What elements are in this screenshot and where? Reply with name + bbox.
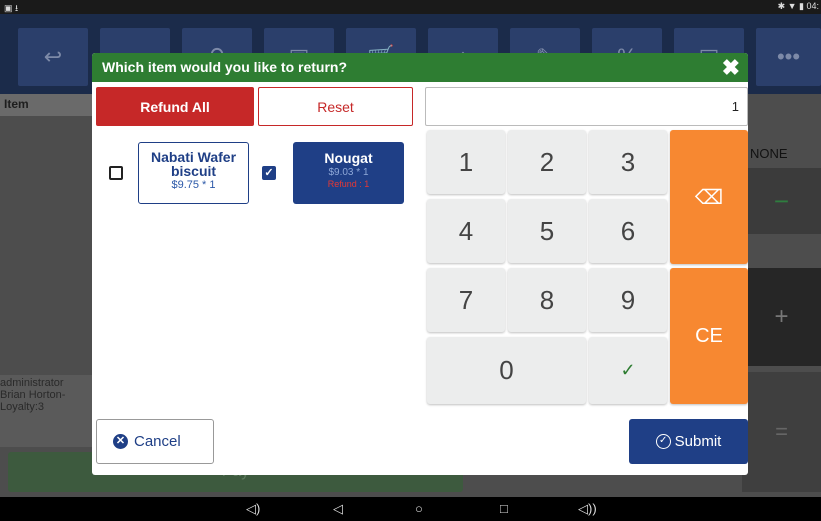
item-refund-qty: Refund : 1 — [327, 179, 370, 189]
backspace-key[interactable]: ⌫ — [670, 130, 748, 264]
status-icons-right: ✱ ▼ ▮ 04: — [777, 1, 819, 11]
status-bar: ▣ ⭳ ✱ ▼ ▮ 04: — [0, 0, 821, 14]
cancel-icon: ✕ — [113, 434, 128, 449]
more-icon[interactable]: ••• — [756, 28, 821, 86]
key-6[interactable]: 6 — [589, 199, 667, 263]
cancel-button[interactable]: ✕ Cancel — [96, 419, 214, 464]
key-1[interactable]: 1 — [427, 130, 505, 194]
dialog-title: Which item would you like to return? — [102, 59, 348, 75]
key-9[interactable]: 9 — [589, 268, 667, 332]
confirm-key[interactable]: ✓ — [589, 337, 667, 404]
item-column-header: Item — [0, 94, 92, 116]
quantity-minus-button[interactable]: − — [742, 168, 821, 234]
cancel-label: Cancel — [134, 433, 181, 450]
user-line-loyalty: Loyalty:3 — [0, 401, 45, 413]
key-4[interactable]: 4 — [427, 199, 505, 263]
close-icon[interactable]: ✖ — [722, 55, 740, 81]
back-nav-icon[interactable]: ◁ — [333, 501, 343, 517]
home-nav-icon[interactable]: ○ — [415, 501, 423, 516]
item-card-nabati[interactable]: Nabati Wafer biscuit $9.75 * 1 — [138, 142, 249, 204]
key-8[interactable]: 8 — [508, 268, 586, 332]
navigation-bar: ◁) ◁ ○ □ ◁)) — [0, 497, 821, 521]
equals-button[interactable]: = — [742, 372, 821, 492]
volume-up-icon[interactable]: ◁)) — [578, 501, 597, 517]
return-item-dialog: Which item would you like to return? ✖ R… — [92, 53, 748, 475]
recents-nav-icon[interactable]: □ — [500, 501, 508, 516]
key-0[interactable]: 0 — [427, 337, 586, 404]
item-price: $9.75 * 1 — [171, 179, 216, 191]
key-3[interactable]: 3 — [589, 130, 667, 194]
user-line-name: Brian Horton- — [0, 389, 66, 401]
key-7[interactable]: 7 — [427, 268, 505, 332]
back-icon[interactable]: ↩ — [18, 28, 88, 86]
item-card-nougat[interactable]: Nougat $9.03 * 1 Refund : 1 — [293, 142, 404, 204]
item-price: $9.03 * 1 — [328, 167, 369, 178]
refund-all-button[interactable]: Refund All — [96, 87, 254, 126]
quantity-display[interactable]: 1 — [425, 87, 748, 126]
customer-info: administrator Brian Horton- Loyalty:3 — [0, 375, 92, 447]
reset-button[interactable]: Reset — [258, 87, 413, 126]
none-label: NONE — [750, 146, 788, 161]
item-checkbox-nabati[interactable] — [109, 166, 123, 180]
submit-button[interactable]: ✓ Submit — [629, 419, 748, 464]
volume-down-icon[interactable]: ◁) — [246, 501, 260, 517]
backspace-icon: ⌫ — [694, 186, 724, 209]
user-line-role: administrator — [0, 377, 64, 389]
key-5[interactable]: 5 — [508, 199, 586, 263]
dialog-header: Which item would you like to return? ✖ — [92, 53, 748, 82]
clear-entry-key[interactable]: CE — [670, 268, 748, 404]
key-2[interactable]: 2 — [508, 130, 586, 194]
submit-check-icon: ✓ — [655, 434, 671, 449]
check-icon: ✓ — [620, 360, 636, 380]
item-checkbox-nougat[interactable]: ✓ — [262, 166, 276, 180]
item-name: Nabati Wafer biscuit — [150, 149, 237, 179]
quantity-plus-button[interactable]: + — [742, 268, 821, 366]
submit-label: Submit — [674, 433, 722, 450]
item-name: Nougat — [324, 150, 373, 166]
